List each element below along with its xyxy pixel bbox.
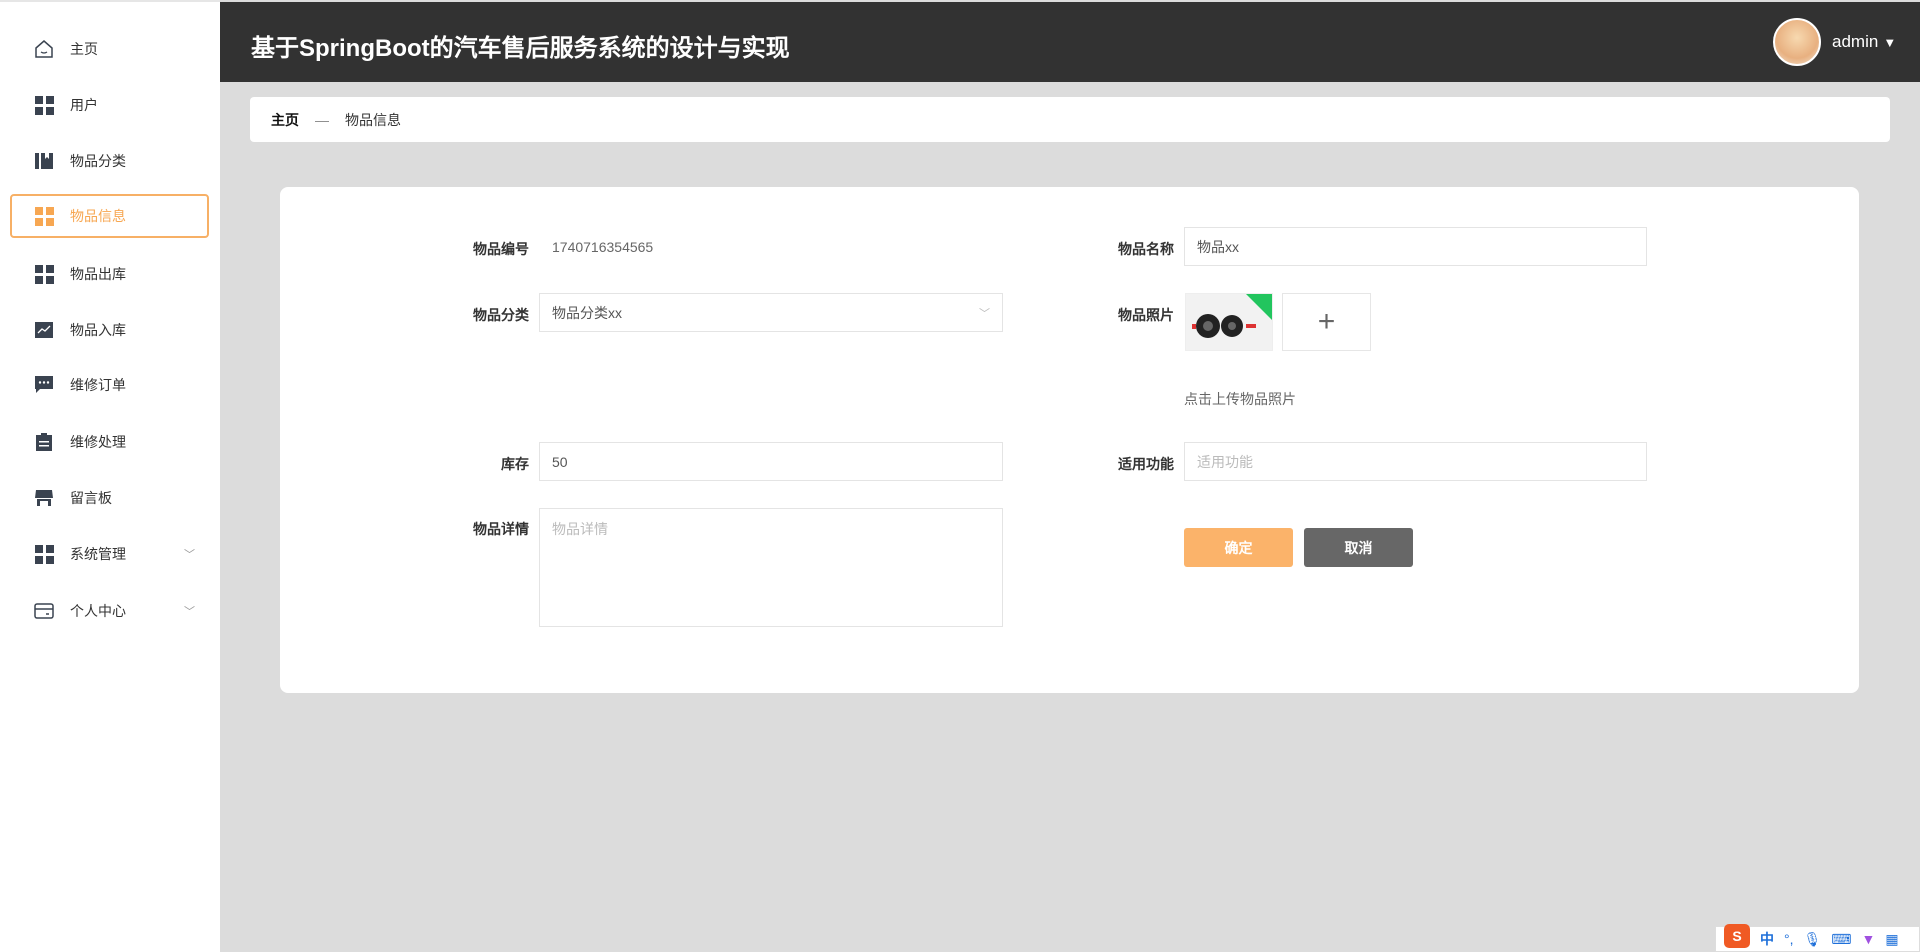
detail-textarea[interactable]: 物品详情: [539, 508, 1003, 627]
microphone-icon[interactable]: 🎙: [1804, 931, 1822, 948]
detail-label: 物品详情: [473, 521, 529, 537]
breadcrumb: 主页 — 物品信息: [250, 97, 1890, 142]
upload-plus-button[interactable]: +: [1282, 293, 1371, 351]
sidebar-item-goods-in[interactable]: 物品入库: [10, 308, 209, 352]
grid-icon: [34, 544, 54, 564]
function-input[interactable]: 适用功能: [1184, 442, 1647, 481]
app-title: 基于SpringBoot的汽车售后服务系统的设计与实现: [251, 35, 790, 62]
grid-icon: [34, 206, 54, 226]
home-icon: [34, 39, 54, 59]
sidebar-item-label: 物品信息: [70, 208, 126, 224]
sidebar-item-profile[interactable]: 个人中心 ﹀: [10, 589, 209, 633]
sidebar-item-label: 用户: [70, 97, 98, 113]
sidebar-item-category[interactable]: 物品分类: [10, 139, 209, 183]
sidebar-item-label: 个人中心: [70, 603, 126, 619]
sidebar-item-label: 物品分类: [70, 153, 126, 169]
sidebar-item-label: 维修订单: [70, 377, 126, 393]
name-input[interactable]: 物品xx: [1184, 227, 1647, 266]
wallet-icon: [34, 601, 54, 621]
chevron-down-icon: ﹀: [184, 549, 195, 561]
category-value: 物品分类xx: [552, 304, 622, 321]
sidebar: 主页 用户 物品分类 物品信息 物品出库 物品入库 维修订单 维修处理 留言板 …: [0, 0, 220, 952]
ime-mode[interactable]: 中: [1760, 929, 1774, 949]
sidebar-item-label: 系统管理: [70, 546, 126, 562]
photo-upload-hint: 点击上传物品照片: [1184, 391, 1296, 407]
ime-punctuation[interactable]: °,: [1784, 931, 1794, 947]
sidebar-item-message-board[interactable]: 留言板: [10, 476, 209, 520]
breadcrumb-current: 物品信息: [345, 111, 401, 128]
function-label: 适用功能: [1118, 456, 1174, 472]
sidebar-item-home[interactable]: 主页: [10, 27, 209, 71]
user-menu[interactable]: admin ▼: [1832, 32, 1896, 52]
username: admin: [1832, 32, 1879, 51]
book-icon: [34, 151, 54, 171]
breadcrumb-separator: —: [315, 111, 329, 128]
top-header: 基于SpringBoot的汽车售后服务系统的设计与实现 admin ▼: [220, 2, 1920, 82]
sidebar-item-repair-orders[interactable]: 维修订单: [10, 363, 209, 407]
stock-input[interactable]: 50: [539, 442, 1003, 481]
sidebar-item-repair-handle[interactable]: 维修处理: [10, 420, 209, 464]
sogou-logo-icon: S: [1724, 924, 1750, 948]
photo-label: 物品照片: [1118, 307, 1174, 323]
sidebar-item-label: 物品出库: [70, 266, 126, 282]
sidebar-item-label: 物品入库: [70, 322, 126, 338]
chart-icon: [34, 320, 54, 340]
sidebar-item-label: 留言板: [70, 490, 112, 506]
message-icon: [34, 375, 54, 395]
ime-toolbar[interactable]: S 中 °, 🎙 ⌨ ▼ ▦: [1715, 924, 1920, 952]
chevron-down-icon: ﹀: [979, 307, 990, 320]
code-label: 物品编号: [473, 241, 529, 257]
store-icon: [34, 488, 54, 508]
sidebar-item-goods-out[interactable]: 物品出库: [10, 252, 209, 296]
sidebar-item-label: 主页: [70, 41, 98, 57]
chevron-down-icon: ﹀: [184, 606, 195, 618]
apps-icon[interactable]: ▦: [1885, 931, 1898, 948]
confirm-button[interactable]: 确定: [1184, 528, 1293, 567]
keyboard-icon[interactable]: ⌨: [1831, 931, 1851, 948]
avatar[interactable]: [1773, 18, 1821, 66]
breadcrumb-home[interactable]: 主页: [271, 110, 299, 130]
skin-icon[interactable]: ▼: [1862, 931, 1876, 947]
category-select[interactable]: 物品分类xx ﹀: [539, 293, 1003, 332]
sidebar-item-system[interactable]: 系统管理 ﹀: [10, 532, 209, 576]
sidebar-item-goods-info[interactable]: 物品信息: [10, 194, 209, 238]
grid-icon: [34, 95, 54, 115]
stock-label: 库存: [501, 456, 529, 472]
category-label: 物品分类: [473, 307, 529, 323]
goods-form: 物品编号 1740716354565 物品名称 物品xx 物品分类 物品分类xx…: [280, 187, 1859, 693]
photo-thumbnail[interactable]: [1185, 293, 1273, 351]
grid-icon: [34, 264, 54, 284]
clipboard-icon: [34, 432, 54, 452]
cancel-button[interactable]: 取消: [1304, 528, 1413, 567]
sidebar-item-users[interactable]: 用户: [10, 83, 209, 127]
sidebar-item-label: 维修处理: [70, 434, 126, 450]
name-label: 物品名称: [1118, 241, 1174, 257]
code-value: 1740716354565: [552, 239, 654, 255]
caret-down-icon: ▼: [1883, 35, 1897, 50]
